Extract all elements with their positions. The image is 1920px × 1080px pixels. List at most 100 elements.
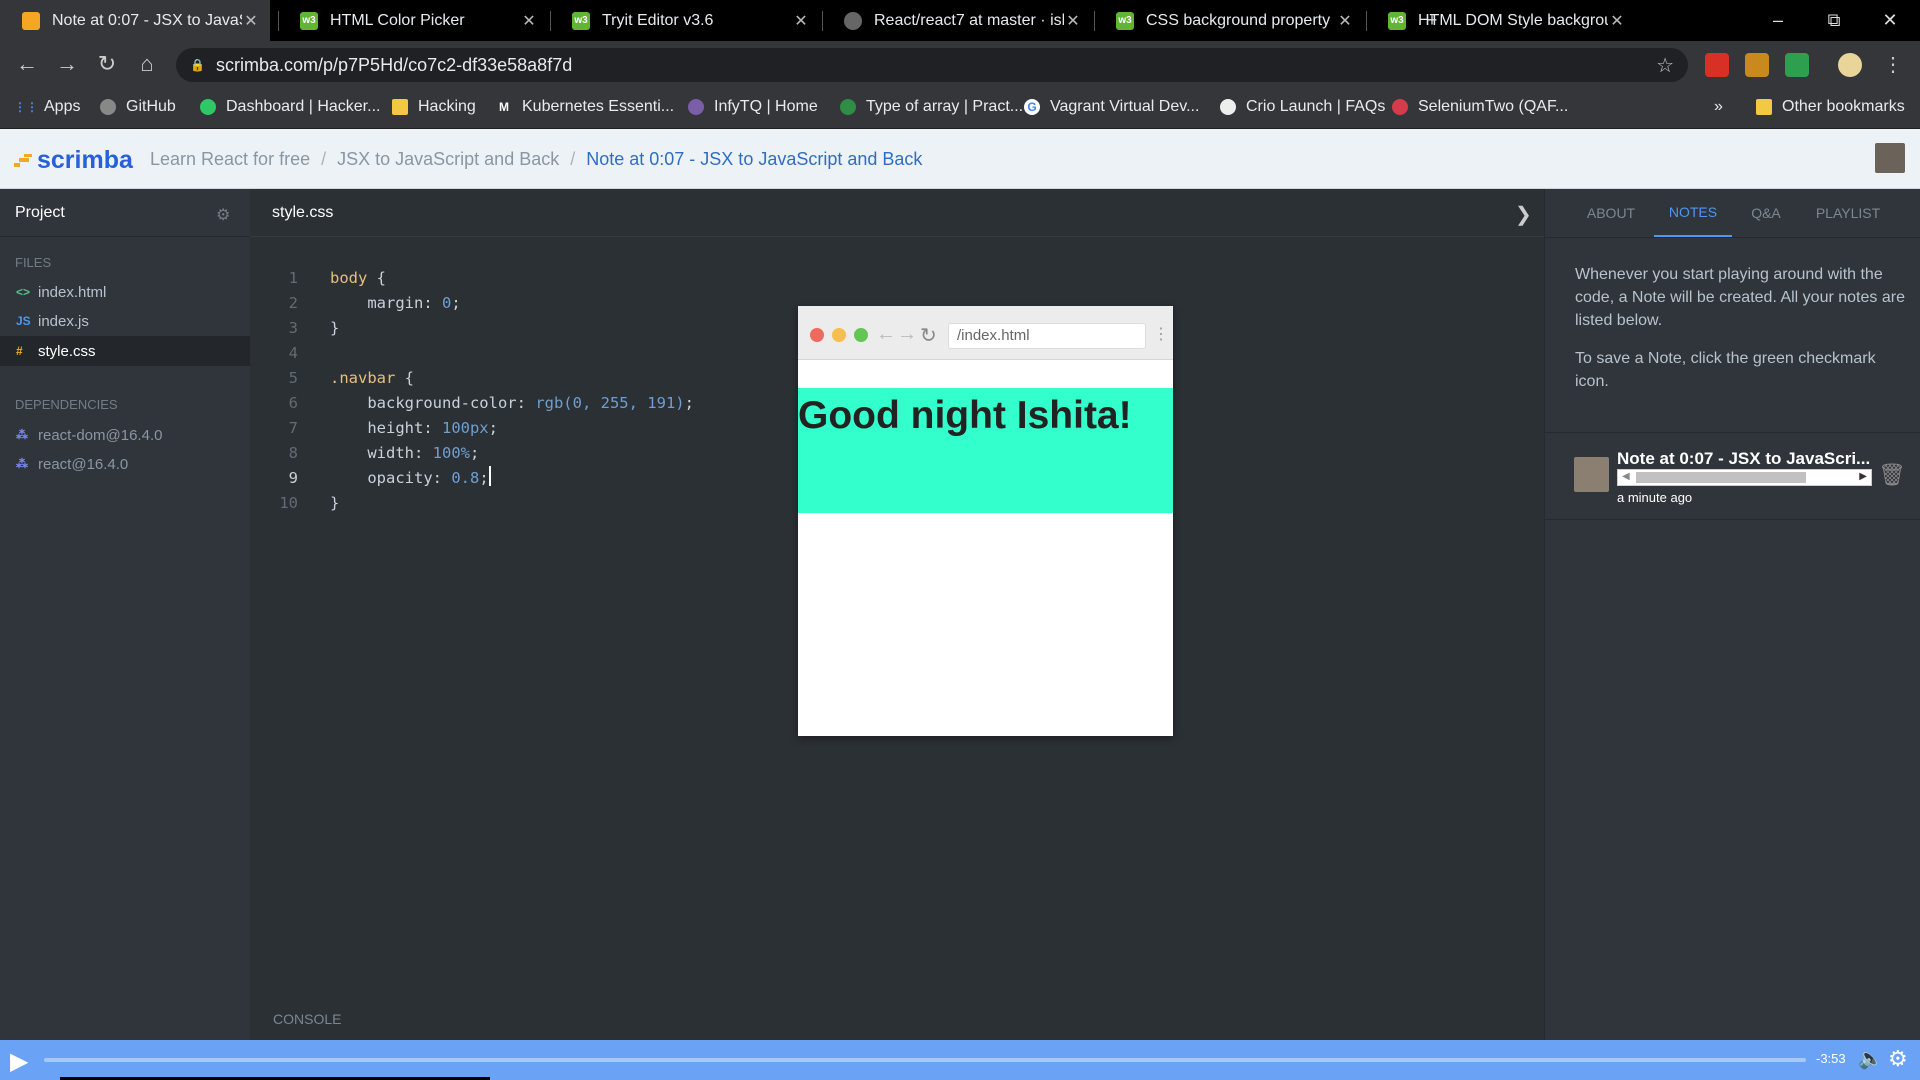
breadcrumb-lesson[interactable]: JSX to JavaScript and Back [337,149,559,170]
crio-icon [1220,99,1236,115]
scroll-left-icon[interactable]: ◀ [1622,471,1630,482]
browser-menu-icon[interactable]: ⋮ [1878,49,1908,79]
code-line[interactable]: 6 background-color: rgb(0, 255, 191); [270,391,694,416]
restore-icon[interactable]: ⧉ [1806,0,1862,41]
minimize-icon[interactable]: – [1750,0,1806,41]
play-icon[interactable]: ▶ [10,1047,28,1076]
preview-forward-icon[interactable]: → [897,323,917,346]
code-line[interactable]: 7 height: 100px; [270,416,694,441]
player-settings-gear-icon[interactable]: ⚙ [1888,1046,1908,1072]
home-icon[interactable]: ⌂ [132,49,162,79]
close-tab-icon[interactable]: ✕ [520,11,538,31]
close-tab-icon[interactable]: ✕ [1336,11,1354,31]
trash-icon[interactable]: 🗑 [1878,462,1906,488]
code-line[interactable]: 5 .navbar { [270,366,694,391]
close-window-icon[interactable]: ✕ [1862,0,1918,41]
preview-url-field[interactable]: /index.html [948,323,1146,349]
browser-tab[interactable]: React/react7 at master · ishit ✕ [822,0,1092,41]
file-name: index.js [38,312,89,330]
file-item[interactable]: <> index.html [0,277,250,307]
close-tab-icon[interactable]: ✕ [1064,11,1082,31]
bookmark-item[interactable]: GitHub [100,92,176,122]
reload-icon[interactable]: ↻ [92,49,122,79]
line-number: 4 [288,344,298,362]
bookmark-item[interactable]: InfyTQ | Home [688,92,818,122]
dependency-item[interactable]: ⁂ react-dom@16.4.0 [0,420,250,450]
text-cursor [488,466,491,486]
note-scrollbar[interactable]: ◀ ▶ [1617,469,1872,486]
tab-playlist[interactable]: PLAYLIST [1808,189,1888,237]
code-line[interactable]: 10} [270,491,694,516]
code-line[interactable]: 1 body { [270,266,694,291]
address-bar[interactable]: 🔒 scrimba.com/p/p7P5Hd/co7c2-df33e58a8f7… [176,48,1688,82]
bookmark-label: Crio Launch | FAQs [1246,98,1386,115]
code-token: ; [469,444,480,462]
pocket-extension-icon[interactable] [1705,53,1729,77]
tab-about[interactable]: ABOUT [1575,189,1647,237]
console-label[interactable]: CONSOLE [273,1011,341,1027]
bookmark-item[interactable]: Type of array | Pract... [840,92,1023,122]
bookmarks-overflow[interactable]: » [1714,92,1723,122]
new-tab-button[interactable]: + [1404,0,1460,41]
code-token: width: [330,444,433,462]
code-line[interactable]: 4 [270,341,694,366]
preview-menu-icon[interactable]: ⋮ [1153,324,1169,344]
code-line[interactable]: 9 opacity: 0.8; [270,466,694,491]
browser-tab[interactable]: w3 CSS background property ✕ [1094,0,1364,41]
scrimba-icon [22,11,40,30]
bookmark-item[interactable]: Crio Launch | FAQs [1220,92,1385,122]
close-tab-icon[interactable]: ✕ [242,11,260,31]
browser-tab[interactable]: w3 Tryit Editor v3.6 ✕ [550,0,820,41]
profile-avatar[interactable] [1838,53,1862,77]
w3schools-icon: w3 [300,11,318,30]
code-line[interactable]: 2 margin: 0; [270,291,694,316]
bookmark-star-icon[interactable]: ☆ [1656,53,1674,78]
github-icon [100,99,116,115]
dependencies-section-label: DEPENDENCIES [15,397,118,412]
code-line[interactable]: 8 width: 100%; [270,441,694,466]
breadcrumb-course[interactable]: Learn React for free [150,149,310,170]
file-item[interactable]: JS index.js [0,306,250,336]
scroll-right-icon[interactable]: ▶ [1859,471,1867,482]
bookmark-item[interactable]: Hacking [392,92,476,122]
close-tab-icon[interactable]: ✕ [792,11,810,31]
code-token: ; [479,469,489,487]
dependency-item[interactable]: ⁂ react@16.4.0 [0,449,250,479]
google-icon: G [1024,99,1040,115]
forward-icon[interactable]: → [52,49,82,79]
package-icon: ⁂ [16,428,28,442]
file-item[interactable]: # style.css [0,336,250,366]
tab-notes[interactable]: NOTES [1654,189,1732,237]
volume-icon[interactable]: 🔈 [1858,1046,1883,1071]
code-token: } [330,319,340,337]
browser-tab[interactable]: w3 HTML Color Picker ✕ [278,0,548,41]
user-avatar[interactable] [1875,143,1905,173]
scroll-thumb[interactable] [1636,472,1806,483]
editor-filename[interactable]: style.css [272,204,333,222]
bookmark-item[interactable]: M Kubernetes Essenti... [496,92,674,122]
preview-reload-icon[interactable]: ↻ [920,323,937,348]
code-editor[interactable]: 1 body {2 margin: 0; 3} 4 5 .navbar {6 backgr… [270,266,694,516]
divider [1544,519,1920,520]
tab-qa[interactable]: Q&A [1744,189,1788,237]
preview-back-icon[interactable]: ← [876,323,896,346]
code-line[interactable]: 3} [270,316,694,341]
close-tab-icon[interactable]: ✕ [1608,11,1626,31]
browser-tab[interactable]: Note at 0:07 - JSX to JavaScri✕ [0,0,270,41]
bookmark-item[interactable]: ⋮⋮ Apps [14,92,80,122]
scrimba-logo[interactable]: scrimba [14,146,133,175]
back-icon[interactable]: ← [12,49,42,79]
collapse-arrow-icon[interactable]: ❯ [1515,202,1532,227]
progress-track[interactable] [44,1058,1806,1062]
settings-gear-icon[interactable]: ⚙ [216,205,230,225]
extension-icon[interactable] [1785,53,1809,77]
preview-window: ← → ↻ /index.html ⋮ Good night Ishita! [798,306,1173,736]
other-bookmarks[interactable]: Other bookmarks [1756,92,1905,122]
bookmark-item[interactable]: G Vagrant Virtual Dev... [1024,92,1199,122]
note-title[interactable]: Note at 0:07 - JSX to JavaScri... [1617,449,1870,469]
bookmark-item[interactable]: Dashboard | Hacker... [200,92,380,122]
bookmark-item[interactable]: SeleniumTwo (QAF... [1392,92,1568,122]
extension-icon[interactable] [1745,53,1769,77]
note-timestamp: a minute ago [1617,490,1693,505]
code-token: height: [330,419,442,437]
